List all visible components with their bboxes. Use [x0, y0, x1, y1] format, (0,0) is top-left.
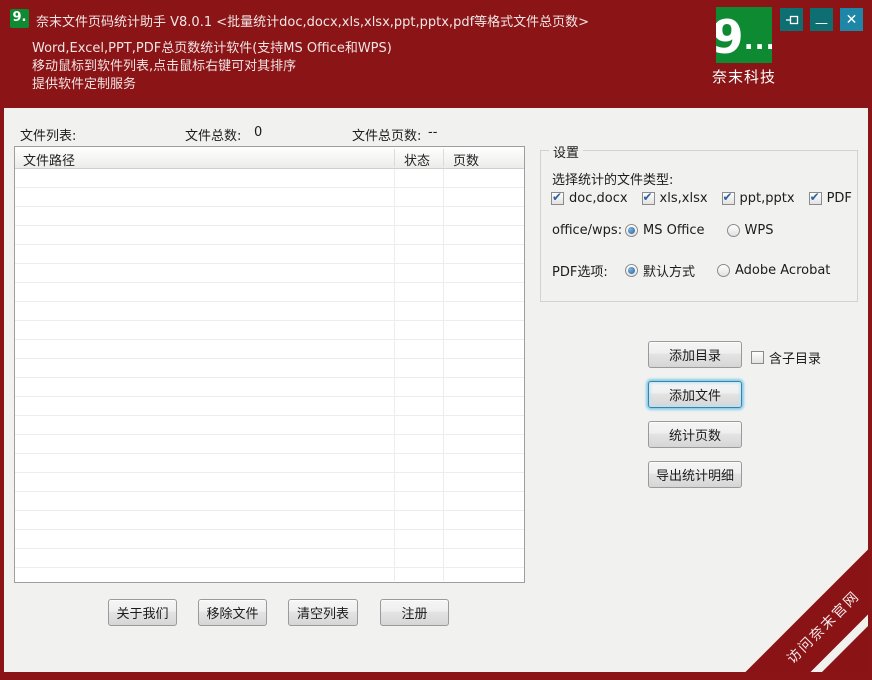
- export-detail-button[interactable]: 导出统计明细: [648, 461, 742, 488]
- checkbox-icon[interactable]: [641, 190, 655, 205]
- total-pages-value: --: [428, 125, 438, 140]
- clear-list-button[interactable]: 清空列表: [288, 599, 358, 626]
- corner-ribbon: 访问奈末官网: [688, 492, 868, 672]
- logo-nine-glyph: 9: [716, 10, 744, 63]
- column-divider: [394, 149, 395, 167]
- office-wps-label: office/wps:: [552, 223, 623, 238]
- file-count-value: 0: [254, 125, 263, 140]
- content-area: 文件列表: 文件总数: 0 文件总页数: -- 文件路径 状态 页数 设置 选择…: [4, 108, 868, 672]
- filetype-pdf-label: PDF: [826, 191, 852, 206]
- add-file-button[interactable]: 添加文件: [648, 381, 742, 408]
- register-button[interactable]: 注册: [380, 599, 449, 626]
- filetype-doc-docx[interactable]: doc,docx: [551, 190, 628, 206]
- close-icon: ✕: [845, 11, 858, 28]
- checkbox-icon[interactable]: [751, 351, 764, 364]
- file-table-body[interactable]: [15, 169, 524, 582]
- window-title: 奈末文件页码统计助手 V8.0.1 <批量统计doc,docx,xls,xlsx…: [36, 15, 590, 30]
- include-subdir-option[interactable]: 含子目录: [751, 348, 821, 367]
- pin-icon: [785, 13, 799, 27]
- about-us-button[interactable]: 关于我们: [108, 599, 177, 626]
- checkbox-icon[interactable]: [721, 190, 735, 205]
- remove-file-button[interactable]: 移除文件: [198, 599, 267, 626]
- filetype-xls-xlsx-label: xls,xlsx: [659, 191, 708, 206]
- settings-legend: 设置: [549, 142, 584, 161]
- column-header-status[interactable]: 状态: [404, 150, 430, 169]
- add-directory-button[interactable]: 添加目录: [648, 341, 742, 368]
- radio-icon[interactable]: [717, 264, 731, 277]
- brand-block: 9... 奈末科技: [706, 7, 782, 87]
- column-header-pages[interactable]: 页数: [453, 150, 479, 169]
- radio-icon[interactable]: [625, 224, 638, 237]
- radio-wps-label: WPS: [744, 223, 774, 238]
- radio-wps[interactable]: WPS: [726, 223, 774, 238]
- header-line-1: Word,Excel,PPT,PDF总页数统计软件(支持MS Office和WP…: [32, 41, 392, 56]
- pin-button[interactable]: [780, 8, 803, 31]
- filetype-pdf[interactable]: PDF: [808, 190, 852, 206]
- close-button[interactable]: ✕: [840, 8, 863, 31]
- file-count-label: 文件总数:: [185, 129, 242, 144]
- column-gridline: [394, 169, 395, 581]
- app-window: 9. 奈末文件页码统计助手 V8.0.1 <批量统计doc,docx,xls,x…: [0, 0, 872, 680]
- filetype-xls-xlsx[interactable]: xls,xlsx: [641, 190, 708, 206]
- logo-dots: ...: [743, 26, 772, 56]
- column-gridline: [443, 169, 444, 581]
- filetype-ppt-pptx[interactable]: ppt,pptx: [721, 190, 795, 206]
- minimize-icon: —: [815, 15, 828, 31]
- radio-icon[interactable]: [625, 264, 638, 277]
- column-header-path[interactable]: 文件路径: [23, 150, 75, 169]
- radio-adobe-acrobat[interactable]: Adobe Acrobat: [717, 263, 830, 278]
- radio-ms-office[interactable]: MS Office: [625, 223, 705, 238]
- pdf-option-label: PDF选项:: [552, 265, 608, 280]
- include-subdir-label: 含子目录: [769, 352, 822, 367]
- settings-groupbox: 设置 选择统计的文件类型: doc,docx xls,xlsx ppt,pptx: [540, 142, 858, 302]
- file-list-label: 文件列表:: [20, 129, 77, 144]
- radio-icon[interactable]: [726, 224, 740, 237]
- visit-website-label: 访问奈末官网: [784, 588, 864, 668]
- app-icon: 9.: [10, 9, 29, 28]
- header-line-3: 提供软件定制服务: [32, 77, 137, 92]
- brand-name: 奈末科技: [711, 68, 776, 86]
- header-description: Word,Excel,PPT,PDF总页数统计软件(支持MS Office和WP…: [32, 40, 392, 94]
- radio-adobe-acrobat-label: Adobe Acrobat: [735, 263, 831, 278]
- radio-default-mode[interactable]: 默认方式: [625, 261, 695, 280]
- minimize-button[interactable]: —: [810, 8, 833, 31]
- column-divider: [443, 149, 444, 167]
- file-type-label: 选择统计的文件类型:: [552, 173, 674, 188]
- total-pages-label: 文件总页数:: [352, 129, 422, 144]
- filetype-doc-docx-label: doc,docx: [569, 191, 628, 206]
- radio-default-mode-label: 默认方式: [643, 265, 696, 280]
- file-table-header: 文件路径 状态 页数: [15, 147, 524, 169]
- file-list-table: 文件路径 状态 页数: [14, 146, 525, 583]
- checkbox-icon[interactable]: [808, 190, 822, 205]
- brand-logo-icon: 9...: [716, 7, 772, 63]
- count-pages-button[interactable]: 统计页数: [648, 421, 742, 448]
- filetype-ppt-pptx-label: ppt,pptx: [739, 191, 795, 206]
- checkbox-icon[interactable]: [551, 190, 564, 205]
- radio-ms-office-label: MS Office: [643, 223, 705, 238]
- visit-website-ribbon[interactable]: 访问奈末官网: [714, 518, 868, 672]
- header-line-2: 移动鼠标到软件列表,点击鼠标右键可对其排序: [32, 59, 297, 74]
